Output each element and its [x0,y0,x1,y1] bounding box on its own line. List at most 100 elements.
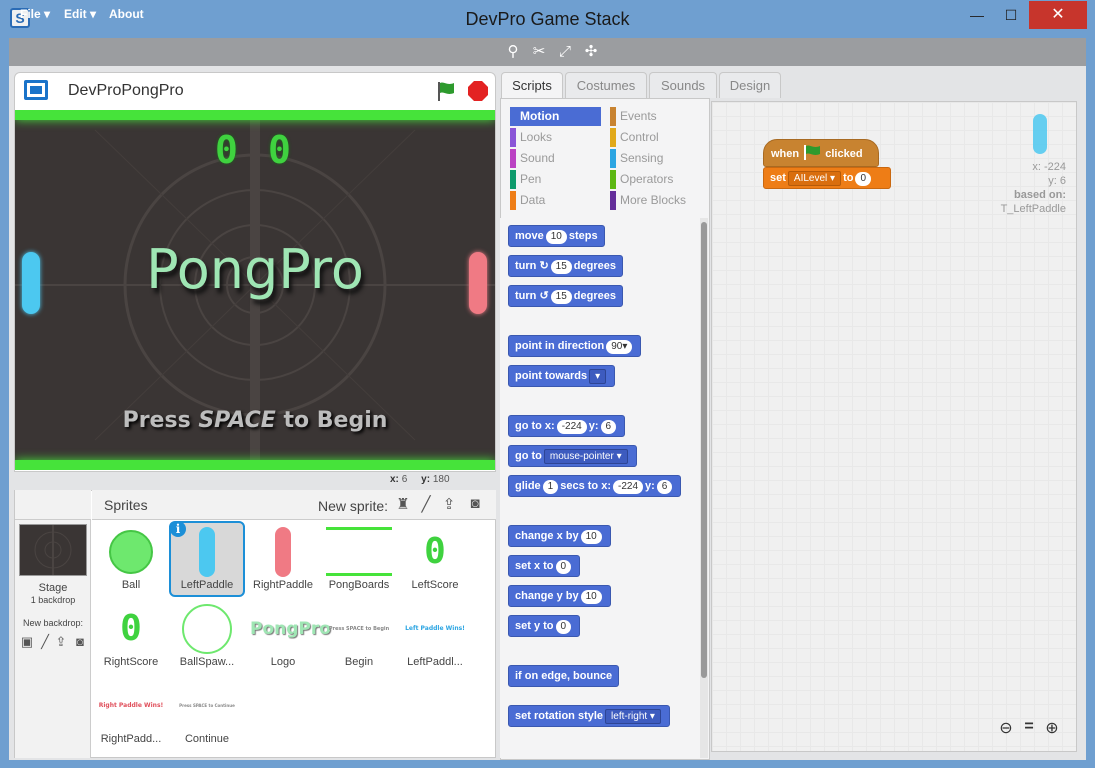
close-button[interactable]: ✕ [1029,1,1087,29]
stage-thumbnail[interactable] [19,524,87,576]
sprite-pongboards[interactable]: PongBoards [321,521,397,595]
sprite-continue[interactable]: Press SPACE to Continue Continue [169,675,245,749]
logo-text: PongPro [146,238,364,301]
cut-icon[interactable]: ✂ [529,43,549,61]
category-operators[interactable]: Operators [610,170,702,189]
zoom-out-icon[interactable]: ⊖ [996,718,1016,738]
sprites-title: Sprites [104,497,148,513]
sprite-name: RightScore [103,656,159,668]
rotate-left-icon: ↺ [539,290,549,302]
block-list: move 10 steps turn ↻ 15 degrees turn ↺ 15 degr… [500,218,700,758]
category-looks[interactable]: Looks [510,128,602,147]
sprite-info: x: -224 y: 6 based on: T_LeftPaddle [1000,161,1066,215]
zoom-in-icon[interactable]: ⊕ [1042,718,1062,738]
stage-canvas[interactable]: 0 0 PongPro Press SPACE to Begin [15,110,495,470]
green-flag-icon [804,145,821,160]
sprite-name: Logo [270,656,296,668]
tab-sounds[interactable]: Sounds [649,72,717,98]
block-glide[interactable]: glide 1 secs to x: -224 y: 6 [508,475,682,497]
sprite-logo[interactable]: PongPro Logo [245,598,331,672]
bottom-board [15,460,495,470]
sprite-rightpaddlewin[interactable]: Right Paddle Wins! RightPadd... [93,675,169,749]
rotate-right-icon: ↻ [539,260,549,272]
block-change-y[interactable]: change y by 10 [508,585,611,607]
sprite-name: LeftScore [411,579,459,591]
block-go-to-xy[interactable]: go to x: -224 y: 6 [508,415,626,437]
sprite-library-icon[interactable]: ♜ [393,495,413,515]
sprite-name: RightPadd... [100,733,162,745]
zoom-reset-icon[interactable]: = [1019,718,1039,738]
stage-column-header [15,490,91,520]
fullscreen-icon[interactable] [24,80,48,100]
tab-scripts[interactable]: Scripts [501,72,563,98]
category-events[interactable]: Events [610,107,702,126]
block-go-to[interactable]: go to mouse-pointer ▾ [508,445,637,467]
palette-scrollbar-thumb[interactable] [701,222,707,678]
category-more-blocks[interactable]: More Blocks [610,191,702,210]
sprite-rightpaddle[interactable]: RightPaddle [245,521,321,595]
edit-menu[interactable]: Edit ▾ [64,7,96,21]
sprite-ball[interactable]: Ball [93,521,169,595]
block-turn-right[interactable]: turn ↻ 15 degrees [508,255,623,277]
new-backdrop-label: New backdrop: [22,618,84,628]
sprite-name: RightPaddle [253,579,313,591]
camera-icon[interactable]: ◙ [465,495,485,515]
duplicate-icon[interactable]: ⚲ [503,43,523,61]
block-point-in-direction[interactable]: point in direction 90▾ [508,335,642,357]
sprite-name: Begin [344,656,374,668]
block-rotation-style[interactable]: set rotation style left-right ▾ [508,705,670,727]
sprite-name: Ball [121,579,141,591]
maximize-button[interactable]: ☐ [994,1,1028,29]
backdrop-library-icon[interactable]: ▣ [18,634,36,652]
stop-icon[interactable] [467,80,489,102]
left-score: 0 [215,128,238,172]
block-turn-left[interactable]: turn ↺ 15 degrees [508,285,623,307]
backdrop-upload-icon[interactable]: ⇪ [52,634,70,652]
right-paddle[interactable] [469,252,487,314]
category-pen[interactable]: Pen [510,170,602,189]
green-flag-icon[interactable] [435,80,457,102]
paint-brush-icon[interactable]: ╱ [416,495,436,515]
sprite-name: LeftPaddle [180,579,234,591]
sprite-leftpaddlewin[interactable]: Left Paddle Wins! LeftPaddl... [397,598,473,672]
block-change-x[interactable]: change x by 10 [508,525,611,547]
category-control[interactable]: Control [610,128,702,147]
category-sound[interactable]: Sound [510,149,602,168]
category-data[interactable]: Data [510,191,602,210]
about-menu[interactable]: About [109,7,144,21]
backdrop-count: 1 backdrop [30,595,76,605]
block-point-towards[interactable]: point towards ▾ [508,365,616,387]
tab-design[interactable]: Design [719,72,781,98]
right-score: 0 [268,128,291,172]
info-icon[interactable]: i [170,521,186,537]
block-set-y[interactable]: set y to 0 [508,615,581,637]
set-variable-block[interactable]: set AILevel ▾ to 0 [763,167,891,189]
new-sprite-label: New sprite: [318,498,389,514]
sprite-begin[interactable]: Press SPACE to Begin Begin [321,598,397,672]
grow-icon[interactable]: ⤢ [555,43,575,61]
upload-icon[interactable]: ⇪ [439,495,459,515]
category-sensing[interactable]: Sensing [610,149,702,168]
block-bounce[interactable]: if on edge, bounce [508,665,620,687]
file-menu[interactable]: File ▾ [20,7,50,21]
backdrop-camera-icon[interactable]: ◙ [71,634,89,652]
window-title: DevPro Game Stack [465,9,630,29]
stage-label: Stage [38,582,68,594]
tab-costumes[interactable]: Costumes [565,72,647,98]
sprite-name: LeftPaddl... [407,656,463,668]
left-paddle[interactable] [22,252,40,314]
shrink-icon[interactable]: ✣ [581,43,601,61]
block-move[interactable]: move 10 steps [508,225,605,247]
mouse-coordinates: x: 6 y: 180 [390,474,450,485]
sprite-name: PongBoards [328,579,390,591]
sprite-ballspawn[interactable]: BallSpaw... [169,598,245,672]
press-space-text: Press SPACE to Begin [122,408,388,433]
when-flag-clicked-block[interactable]: when clicked [763,139,879,167]
category-motion[interactable]: Motion [510,107,601,126]
minimize-button[interactable]: — [960,1,994,29]
sprite-rightscore[interactable]: 0 RightScore [93,598,169,672]
current-sprite-preview [1033,114,1047,154]
block-set-x[interactable]: set x to 0 [508,555,581,577]
sprite-leftscore[interactable]: 0 LeftScore [397,521,473,595]
project-title[interactable]: DevProPongPro [68,82,184,100]
